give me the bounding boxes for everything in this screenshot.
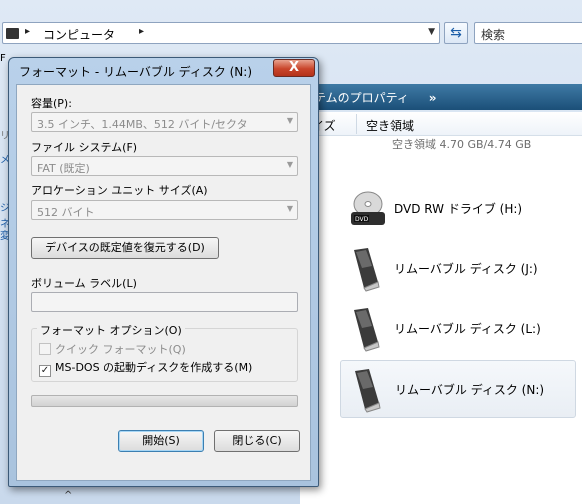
search-input[interactable]: 検索: [474, 22, 582, 44]
drive-item-h[interactable]: DVD DVD RW ドライブ (H:): [340, 180, 576, 238]
nav-fragment[interactable]: F: [0, 50, 6, 68]
usb-drive-icon: [355, 369, 381, 413]
format-dialog: フォーマット - リムーバブル ディスク (N:) X 容量(P): 3.5 イ…: [8, 57, 319, 487]
svg-text:DVD: DVD: [355, 216, 369, 223]
address-bar[interactable]: ▸ コンピュータ ▸ ▼: [2, 22, 440, 44]
filesystem-select[interactable]: FAT (既定) ▼: [31, 156, 298, 176]
breadcrumb-arrow-icon[interactable]: ▸: [139, 26, 144, 37]
command-bar: テムのプロパティ »: [300, 84, 582, 110]
drive-label: DVD RW ドライブ (H:): [394, 202, 523, 216]
chevron-down-icon: ▼: [286, 204, 293, 213]
chevron-down-icon: ▼: [286, 116, 293, 125]
chevron-down-icon[interactable]: ▼: [428, 27, 435, 37]
column-divider[interactable]: [356, 114, 357, 134]
usb-drive-icon: [354, 308, 380, 352]
volume-label-label: ボリューム ラベル(L): [31, 277, 137, 290]
drive-item-l[interactable]: リムーバブル ディスク (L:): [340, 300, 576, 358]
drive-item-n[interactable]: リムーバブル ディスク (N:): [340, 360, 576, 418]
msdos-boot-option[interactable]: ✓ MS-DOS の起動ディスクを作成する(M): [39, 359, 252, 377]
capacity-value: 3.5 インチ、1.44MB、512 バイト/セクタ: [37, 118, 248, 131]
filesystem-value: FAT (既定): [37, 162, 90, 175]
start-button[interactable]: 開始(S): [118, 430, 204, 452]
drive-label: リムーバブル ディスク (L:): [394, 322, 541, 336]
msdos-boot-label: MS-DOS の起動ディスクを作成する(M): [55, 361, 253, 374]
quick-format-option[interactable]: クイック フォーマット(Q): [39, 341, 186, 357]
refresh-button[interactable]: ⇆: [444, 22, 468, 44]
free-space-text: 空き領域 4.70 GB/4.74 GB: [392, 138, 532, 151]
drive-item-j[interactable]: リムーバブル ディスク (J:): [340, 240, 576, 298]
filesystem-label: ファイル システム(F): [31, 141, 138, 154]
restore-defaults-button[interactable]: デバイスの既定値を復元する(D): [31, 237, 219, 259]
more-commands-icon[interactable]: »: [429, 91, 437, 105]
dialog-title: フォーマット - リムーバブル ディスク (N:): [19, 65, 253, 79]
drive-label: リムーバブル ディスク (J:): [394, 262, 538, 276]
system-properties-button[interactable]: テムのプロパティ: [314, 91, 409, 105]
column-header-row: イズ 空き領域: [300, 112, 582, 136]
allocation-value: 512 バイト: [37, 206, 95, 219]
address-row: ▸ コンピュータ ▸ ▼ ⇆ 検索: [0, 20, 582, 48]
allocation-label: アロケーション ユニット サイズ(A): [31, 184, 208, 197]
format-progress-bar: [31, 395, 298, 407]
capacity-label: 容量(P):: [31, 97, 72, 110]
drive-list: 空き領域 4.70 GB/4.74 GB DVD DVD RW ドライブ (H:…: [300, 136, 582, 504]
close-icon[interactable]: X: [273, 59, 315, 77]
breadcrumb-arrow-icon[interactable]: ▸: [25, 26, 30, 37]
format-options-title: フォーマット オプション(O): [37, 322, 185, 338]
quick-format-checkbox[interactable]: [39, 343, 51, 355]
chevron-down-icon: ▼: [286, 160, 293, 169]
capacity-select[interactable]: 3.5 インチ、1.44MB、512 バイト/セクタ ▼: [31, 112, 298, 132]
quick-format-label: クイック フォーマット(Q): [55, 343, 186, 356]
allocation-select[interactable]: 512 バイト ▼: [31, 200, 298, 220]
drive-label: リムーバブル ディスク (N:): [395, 383, 545, 397]
breadcrumb-computer[interactable]: コンピュータ: [43, 26, 115, 43]
volume-label-input[interactable]: [31, 292, 298, 312]
scroll-up-icon[interactable]: ^: [64, 490, 72, 501]
close-button[interactable]: 閉じる(C): [214, 430, 300, 452]
refresh-icon: ⇆: [450, 25, 462, 41]
usb-drive-icon: [354, 248, 380, 292]
dvd-drive-icon: DVD: [351, 191, 385, 225]
computer-icon: [6, 28, 19, 39]
column-header-free-space[interactable]: 空き領域: [366, 117, 414, 134]
msdos-boot-checkbox[interactable]: ✓: [39, 365, 51, 377]
dialog-body: 容量(P): 3.5 インチ、1.44MB、512 バイト/セクタ ▼ ファイル…: [16, 84, 311, 481]
